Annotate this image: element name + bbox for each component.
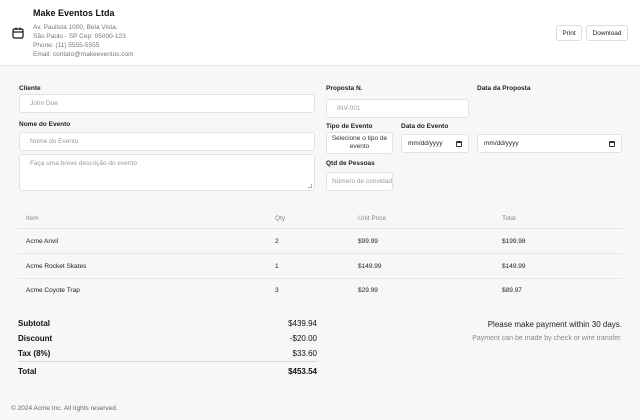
row-total: $199.98 <box>502 238 526 245</box>
total-value: $453.54 <box>288 367 317 376</box>
company-name: Make Eventos Ltda <box>33 8 115 18</box>
address-line: Av. Paulista 1000, Bela Vista, <box>33 24 118 31</box>
data-evento-input[interactable]: mm/dd/yyyy <box>401 134 469 153</box>
proposta-label: Proposta N. <box>326 85 363 92</box>
calendar-picker-icon[interactable] <box>456 140 462 147</box>
descricao-placeholder: Faça uma breve descrição do evento <box>30 160 137 167</box>
invoice-header: Make Eventos Ltda Av. Paulista 1000, Bel… <box>0 0 640 66</box>
calendar-icon <box>12 27 24 39</box>
payment-methods: Payment can be made by check or wire tra… <box>472 335 622 342</box>
data-evento-label: Data do Evento <box>401 123 449 130</box>
data-proposta-value: mm/dd/yyyy <box>484 140 519 147</box>
row-qty: 3 <box>275 287 279 294</box>
data-evento-value: mm/dd/yyyy <box>408 140 443 147</box>
nome-evento-input[interactable]: Nome do Evento <box>19 132 315 151</box>
divider <box>18 278 622 279</box>
print-button[interactable]: Print <box>556 25 582 41</box>
tipo-evento-label: Tipo de Evento <box>326 123 373 130</box>
discount-value: -$20.00 <box>289 334 317 343</box>
row-item: Acme Anvil <box>26 238 59 245</box>
divider <box>18 253 622 254</box>
row-unit-price: $29.99 <box>358 287 378 294</box>
discount-label: Discount <box>18 334 53 343</box>
row-qty: 1 <box>275 263 279 270</box>
tax-value: $33.60 <box>292 349 317 358</box>
summary-divider <box>18 361 317 362</box>
data-proposta-input[interactable]: mm/dd/yyyy <box>477 134 622 153</box>
data-proposta-label: Data da Proposta <box>477 85 531 92</box>
email-line: Email: contato@makeeventos.com <box>33 51 134 58</box>
row-total: $149.99 <box>502 263 526 270</box>
row-item: Acme Coyote Trap <box>26 287 80 294</box>
cliente-label: Cliente <box>19 85 41 92</box>
resize-handle-icon[interactable] <box>308 184 312 188</box>
cliente-input[interactable]: John Doe <box>19 94 315 113</box>
proposta-input[interactable]: INV-001 <box>326 99 469 118</box>
column-header-qty: Qty <box>275 215 286 222</box>
row-unit-price: $99.99 <box>358 238 378 245</box>
divider <box>18 228 622 229</box>
row-item: Acme Rocket Skates <box>26 263 87 270</box>
column-header-unit-price: Unit Price <box>358 215 387 222</box>
nome-evento-label: Nome do Evento <box>19 121 71 128</box>
descricao-textarea[interactable]: Faça uma breve descrição do evento <box>19 154 315 191</box>
row-unit-price: $149.99 <box>358 263 382 270</box>
payment-note: Please make payment within 30 days. <box>487 320 622 329</box>
row-qty: 2 <box>275 238 279 245</box>
tipo-evento-select[interactable]: Selecione o tipo de evento <box>326 132 393 154</box>
subtotal-value: $439.94 <box>288 319 317 328</box>
phone-line: Phone: (11) 5555-5555 <box>33 42 100 49</box>
column-header-item: Item <box>26 215 39 222</box>
footer-copyright: © 2024 Acme Inc. All rights reserved. <box>11 405 118 412</box>
row-total: $89.97 <box>502 287 522 294</box>
total-label: Total <box>18 367 37 376</box>
download-button[interactable]: Download <box>586 25 628 41</box>
address-line: São Paulo - SP Cep: 05000-123 <box>33 33 126 40</box>
column-header-total: Total <box>502 215 516 222</box>
qtd-pessoas-input[interactable]: Número de convidados <box>326 172 393 191</box>
subtotal-label: Subtotal <box>18 319 50 328</box>
tax-label: Tax (8%) <box>18 349 51 358</box>
calendar-picker-icon[interactable] <box>609 140 615 147</box>
qtd-pessoas-label: Qtd de Pessoas <box>326 160 375 167</box>
